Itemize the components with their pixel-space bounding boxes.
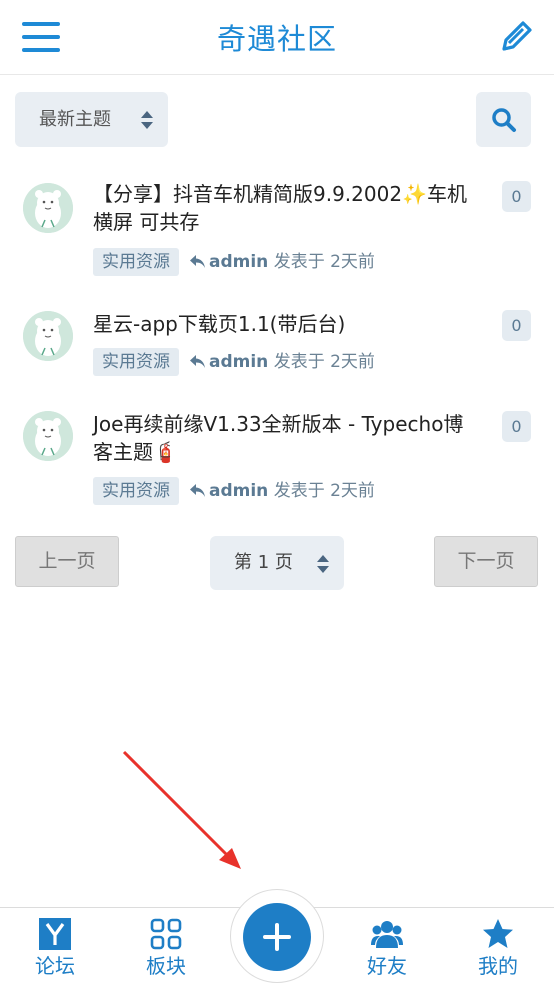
star-icon (483, 919, 513, 948)
page-select[interactable]: 第 1 页 (210, 536, 344, 590)
topic-item[interactable]: 【分享】抖音车机精简版9.9.2002✨车机横屏 可共存 0 实用资源 admin… (0, 170, 554, 280)
topic-meta: 实用资源 admin 发表于 2天前 (93, 248, 375, 276)
posted-time: 发表于 2天前 (273, 352, 375, 372)
reply-count-badge: 0 (502, 181, 531, 212)
sort-select[interactable]: 最新主题 (15, 92, 168, 147)
category-tag[interactable]: 实用资源 (93, 248, 179, 276)
topic-item[interactable]: 星云-app下载页1.1(带后台) 0 实用资源 admin 发表于 2天前 (0, 300, 554, 390)
category-tag[interactable]: 实用资源 (93, 348, 179, 376)
nav-label-friends: 好友 (367, 954, 407, 978)
avatar[interactable] (23, 183, 73, 233)
nav-item-friends[interactable]: 好友 (342, 908, 432, 985)
topic-meta: 实用资源 admin 发表于 2天前 (93, 348, 375, 376)
reply-icon (190, 255, 205, 268)
nav-item-boards[interactable]: 板块 (121, 908, 211, 985)
category-tag[interactable]: 实用资源 (93, 477, 179, 505)
author-name[interactable]: admin (209, 481, 268, 501)
page-label: 第 1 页 (234, 552, 293, 573)
nav-item-forum[interactable]: 论坛 (10, 908, 100, 985)
nav-label-forum: 论坛 (35, 954, 75, 978)
search-icon (492, 108, 516, 132)
reply-icon (190, 355, 205, 368)
topic-title[interactable]: 星云-app下载页1.1(带后台) (93, 310, 483, 338)
edit-icon[interactable] (496, 18, 534, 56)
author-name[interactable]: admin (209, 252, 268, 272)
avatar[interactable] (23, 311, 73, 361)
nav-label-me: 我的 (478, 954, 518, 978)
next-page-button[interactable]: 下一页 (434, 536, 538, 587)
plus-icon (263, 923, 291, 951)
friends-icon (371, 921, 403, 948)
posted-time: 发表于 2天前 (273, 481, 375, 501)
topic-title[interactable]: Joe再续前缘V1.33全新版本 - Typecho博客主题🧯 (93, 410, 483, 466)
app-header: 奇遇社区 (0, 0, 554, 75)
reply-count-badge: 0 (502, 411, 531, 442)
forum-y-icon (39, 918, 71, 950)
grid-icon (150, 918, 182, 950)
topic-item[interactable]: Joe再续前缘V1.33全新版本 - Typecho博客主题🧯 0 实用资源 ad… (0, 400, 554, 510)
topic-meta: 实用资源 admin 发表于 2天前 (93, 477, 375, 505)
nav-item-me[interactable]: 我的 (453, 908, 543, 985)
posted-time: 发表于 2天前 (273, 252, 375, 272)
prev-page-button[interactable]: 上一页 (15, 536, 119, 587)
reply-count-badge: 0 (502, 310, 531, 341)
avatar[interactable] (23, 411, 73, 461)
search-button[interactable] (476, 92, 531, 147)
topic-title[interactable]: 【分享】抖音车机精简版9.9.2002✨车机横屏 可共存 (93, 180, 483, 236)
sort-label: 最新主题 (39, 109, 111, 130)
page-updown-icon (317, 555, 329, 573)
sort-updown-icon (141, 111, 153, 129)
reply-icon (190, 484, 205, 497)
author-name[interactable]: admin (209, 352, 268, 372)
new-post-button[interactable] (243, 903, 311, 971)
nav-label-boards: 板块 (146, 954, 186, 978)
page-title: 奇遇社区 (216, 22, 337, 56)
